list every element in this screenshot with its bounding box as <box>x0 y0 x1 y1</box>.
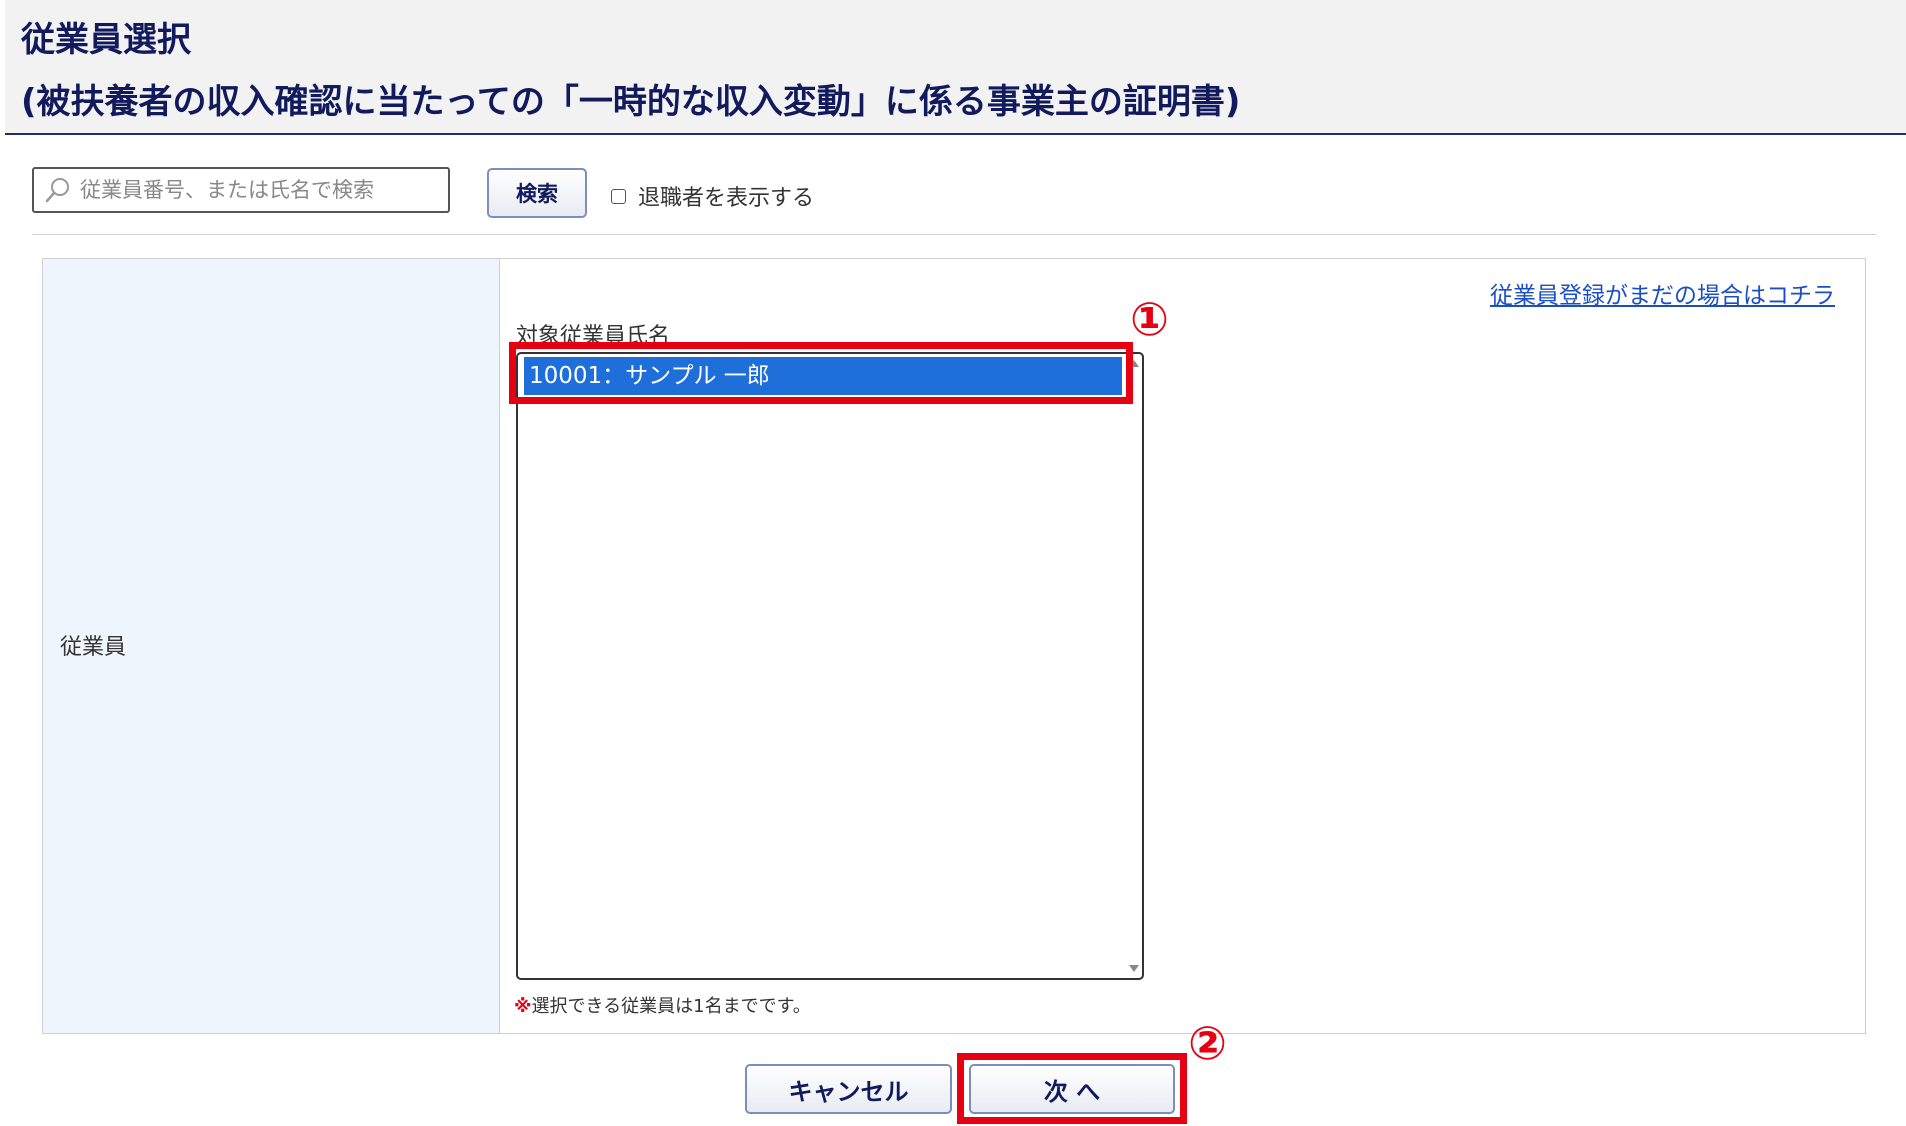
search-input[interactable] <box>78 177 442 203</box>
cancel-button[interactable]: キャンセル <box>745 1064 952 1114</box>
search-button[interactable]: 検索 <box>487 168 587 218</box>
highlight-step1 <box>509 342 1133 404</box>
step1-marker: ① <box>1130 292 1169 346</box>
search-icon <box>45 178 69 203</box>
show-retired-label: 退職者を表示する <box>638 186 815 211</box>
employee-listbox[interactable]: 10001：サンプル 一郎 <box>516 352 1144 980</box>
scroll-down-arrow-icon[interactable] <box>1129 965 1139 972</box>
selection-note: ※選択できる従業員は1名までです。 <box>514 992 811 1018</box>
page-header: 従業員選択 (被扶養者の収入確認に当たっての「一時的な収入変動」に係る事業主の証… <box>5 0 1906 135</box>
register-employee-link[interactable]: 従業員登録がまだの場合はコチラ <box>1490 276 1835 310</box>
page-subtitle: (被扶養者の収入確認に当たっての「一時的な収入変動」に係る事業主の証明書) <box>21 82 1241 122</box>
note-mark: ※ <box>514 996 532 1017</box>
divider <box>32 234 1876 235</box>
page-title: 従業員選択 <box>21 20 191 60</box>
highlight-step2 <box>957 1053 1187 1124</box>
employee-row-label-cell: 従業員 <box>43 259 500 1033</box>
search-field[interactable] <box>32 167 450 213</box>
note-text: 選択できる従業員は1名までです。 <box>531 996 811 1017</box>
step2-marker: ② <box>1188 1016 1227 1070</box>
employee-row-label: 従業員 <box>60 635 127 660</box>
show-retired-option[interactable]: 退職者を表示する <box>611 180 814 212</box>
show-retired-checkbox[interactable] <box>611 188 626 204</box>
